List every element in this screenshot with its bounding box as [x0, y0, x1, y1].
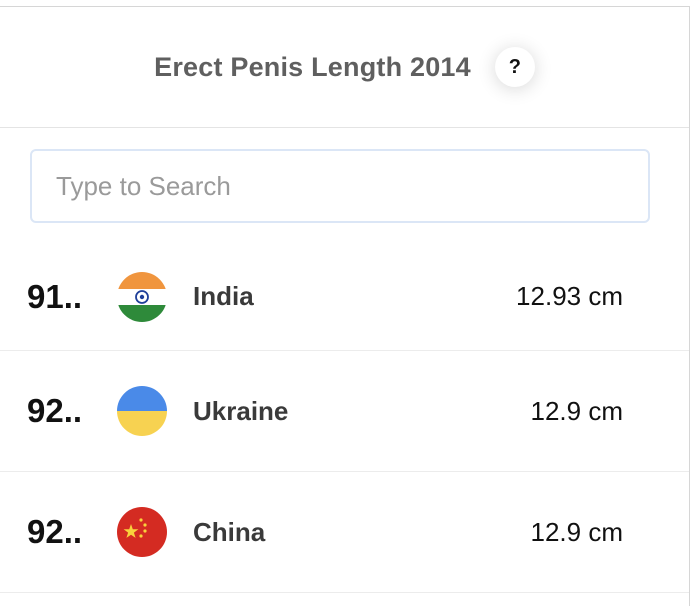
- rank-label: 91..: [27, 277, 83, 315]
- help-button[interactable]: ?: [494, 47, 535, 87]
- length-value: 12.9 cm: [530, 395, 624, 426]
- ukraine-flag-icon: [117, 386, 167, 436]
- country-list: 91.. India 12.93 cm 92.. Ukraine 12.9 cm…: [0, 243, 689, 593]
- list-item-ukraine[interactable]: 92.. Ukraine 12.9 cm: [0, 351, 689, 472]
- list-item-india[interactable]: 91.. India 12.93 cm: [0, 243, 689, 351]
- country-name: Ukraine: [193, 395, 289, 426]
- china-flag-icon: [117, 507, 167, 557]
- country-name: India: [193, 281, 254, 311]
- search-input[interactable]: [30, 149, 650, 223]
- page-title: Erect Penis Length 2014: [154, 51, 471, 82]
- india-flag-icon: [117, 271, 167, 322]
- length-value: 12.9 cm: [530, 516, 624, 547]
- panel-header: Erect Penis Length 2014 ?: [0, 7, 689, 128]
- search-container: [0, 128, 689, 223]
- ranking-panel: Erect Penis Length 2014 ? 91.. India 12.…: [0, 6, 690, 606]
- list-item-china[interactable]: 92.. China 12.9 cm: [0, 472, 689, 593]
- country-name: China: [193, 516, 266, 547]
- rank-label: 92..: [27, 392, 83, 429]
- rank-label: 92..: [27, 513, 83, 550]
- length-value: 12.93 cm: [516, 281, 623, 311]
